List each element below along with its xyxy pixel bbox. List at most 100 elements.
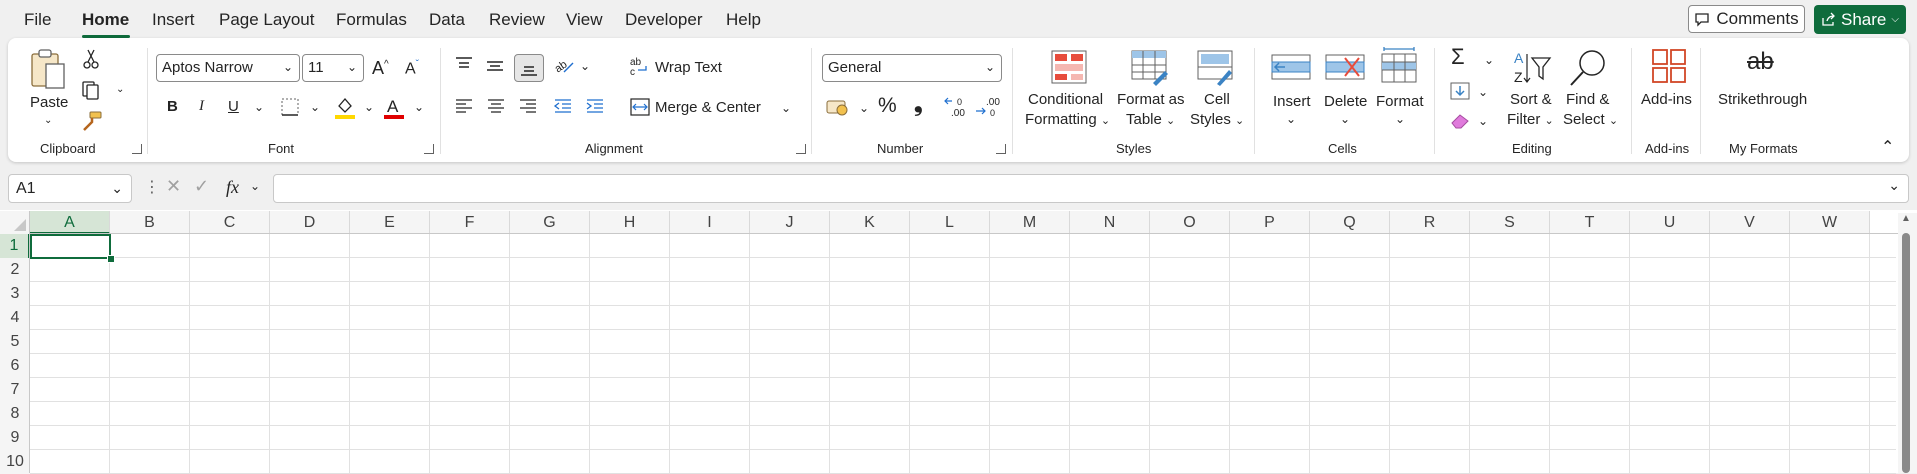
column-header[interactable]: V: [1710, 211, 1790, 234]
font-size-dropdown[interactable]: 11 ⌄: [302, 54, 364, 82]
tab-home[interactable]: Home: [82, 10, 129, 30]
italic-button[interactable]: I: [199, 97, 204, 116]
column-header[interactable]: C: [190, 211, 270, 234]
row-header[interactable]: 7: [0, 378, 30, 402]
clipboard-launcher-icon[interactable]: [132, 144, 142, 154]
column-header[interactable]: O: [1150, 211, 1230, 234]
find-select-label[interactable]: Find &: [1566, 90, 1609, 109]
strikethrough-button[interactable]: Strikethrough: [1718, 90, 1807, 109]
chevron-down-icon[interactable]: ⌄: [1286, 112, 1296, 126]
merge-center-button[interactable]: Merge & Center: [655, 98, 761, 117]
select-all-corner[interactable]: [0, 211, 30, 234]
row-header[interactable]: 6: [0, 354, 30, 378]
row-header[interactable]: 5: [0, 330, 30, 354]
comma-style-button[interactable]: ❟: [914, 93, 923, 115]
column-header[interactable]: S: [1470, 211, 1550, 234]
decrease-font-size-icon[interactable]: Aˇ: [405, 55, 419, 78]
chevron-down-icon[interactable]: ⌄: [364, 100, 374, 114]
align-bottom-button[interactable]: [514, 54, 544, 82]
tab-page-layout[interactable]: Page Layout: [219, 10, 314, 30]
chevron-down-icon[interactable]: ⌄: [1484, 53, 1494, 67]
tab-help[interactable]: Help: [726, 10, 761, 30]
chevron-down-icon[interactable]: ⌄: [1478, 114, 1488, 128]
column-header[interactable]: F: [430, 211, 510, 234]
chevron-down-icon[interactable]: ⌄: [250, 179, 260, 193]
tab-data[interactable]: Data: [429, 10, 465, 30]
column-header[interactable]: A: [30, 211, 110, 234]
chevron-down-icon[interactable]: ⌄: [1478, 85, 1488, 99]
chevron-down-icon[interactable]: ⌄: [580, 59, 590, 73]
borders-icon[interactable]: [281, 98, 299, 116]
row-header[interactable]: 2: [0, 258, 30, 282]
selected-cell[interactable]: [30, 234, 111, 259]
column-header[interactable]: L: [910, 211, 990, 234]
number-launcher-icon[interactable]: [996, 144, 1006, 154]
align-middle-icon[interactable]: [485, 58, 505, 74]
sort-filter-label[interactable]: Sort &: [1510, 90, 1552, 109]
chevron-down-icon[interactable]: ⌄: [254, 100, 264, 114]
increase-indent-icon[interactable]: [585, 98, 605, 114]
tab-view[interactable]: View: [566, 10, 603, 30]
tab-review[interactable]: Review: [489, 10, 545, 30]
copy-icon[interactable]: [81, 80, 101, 100]
row-header[interactable]: 8: [0, 402, 30, 426]
conditional-formatting-label-2[interactable]: Formatting ⌄: [1025, 110, 1110, 131]
column-header[interactable]: D: [270, 211, 350, 234]
number-format-dropdown[interactable]: General ⌄: [822, 54, 1002, 82]
chevron-down-icon[interactable]: ⌄: [781, 101, 791, 115]
column-header[interactable]: R: [1390, 211, 1470, 234]
column-header[interactable]: E: [350, 211, 430, 234]
column-header[interactable]: K: [830, 211, 910, 234]
align-right-icon[interactable]: [518, 98, 538, 114]
cut-icon[interactable]: [83, 49, 99, 69]
tab-developer[interactable]: Developer: [625, 10, 703, 30]
paste-button[interactable]: [28, 48, 68, 90]
more-options-icon[interactable]: ⋮: [144, 177, 160, 197]
increase-font-size-icon[interactable]: A^: [372, 55, 389, 78]
column-header[interactable]: I: [670, 211, 750, 234]
insert-cells-button[interactable]: Insert: [1273, 92, 1311, 111]
fill-icon[interactable]: [1450, 82, 1470, 100]
tab-formulas[interactable]: Formulas: [336, 10, 407, 30]
format-cells-button[interactable]: Format: [1376, 92, 1424, 111]
format-painter-icon[interactable]: [82, 111, 102, 131]
column-header[interactable]: M: [990, 211, 1070, 234]
column-header[interactable]: Q: [1310, 211, 1390, 234]
underline-button[interactable]: U: [228, 97, 239, 116]
chevron-down-icon[interactable]: ⌄: [1340, 112, 1350, 126]
collapse-ribbon-icon[interactable]: ⌃: [1881, 137, 1894, 157]
font-family-dropdown[interactable]: Aptos Narrow ⌄: [156, 54, 300, 82]
add-ins-button[interactable]: Add-ins: [1641, 90, 1692, 109]
font-color-icon[interactable]: A: [383, 96, 405, 120]
tab-file[interactable]: File: [24, 10, 51, 30]
row-header[interactable]: 10: [0, 450, 30, 474]
align-center-icon[interactable]: [486, 98, 506, 114]
align-left-icon[interactable]: [454, 98, 474, 114]
expand-formula-bar-icon[interactable]: ⌄: [1888, 177, 1900, 194]
fill-handle[interactable]: [107, 255, 115, 263]
chevron-down-icon[interactable]: ⌄: [116, 84, 124, 95]
column-header[interactable]: U: [1630, 211, 1710, 234]
column-header[interactable]: B: [110, 211, 190, 234]
clear-icon[interactable]: [1450, 113, 1470, 129]
chevron-down-icon[interactable]: ⌄: [310, 100, 320, 114]
column-header[interactable]: W: [1790, 211, 1870, 234]
alignment-launcher-icon[interactable]: [796, 144, 806, 154]
tab-insert[interactable]: Insert: [152, 10, 195, 30]
find-select-label-2[interactable]: Select ⌄: [1563, 110, 1618, 131]
bold-button[interactable]: B: [167, 97, 178, 116]
cell-styles-label[interactable]: Cell: [1204, 90, 1230, 109]
insert-function-icon[interactable]: fx: [226, 177, 239, 198]
row-header[interactable]: 4: [0, 306, 30, 330]
share-button[interactable]: Share ⌵: [1814, 5, 1906, 34]
format-as-table-label-2[interactable]: Table ⌄: [1126, 110, 1175, 131]
chevron-down-icon[interactable]: ⌄: [44, 115, 52, 126]
cancel-icon[interactable]: ✕: [166, 176, 181, 197]
column-header[interactable]: T: [1550, 211, 1630, 234]
enter-icon[interactable]: ✓: [194, 176, 209, 197]
accounting-format-icon[interactable]: [826, 98, 850, 116]
row-header[interactable]: 3: [0, 282, 30, 306]
cell-styles-label-2[interactable]: Styles ⌄: [1190, 110, 1244, 131]
wrap-text-icon[interactable]: ab c: [630, 56, 650, 76]
column-header[interactable]: P: [1230, 211, 1310, 234]
